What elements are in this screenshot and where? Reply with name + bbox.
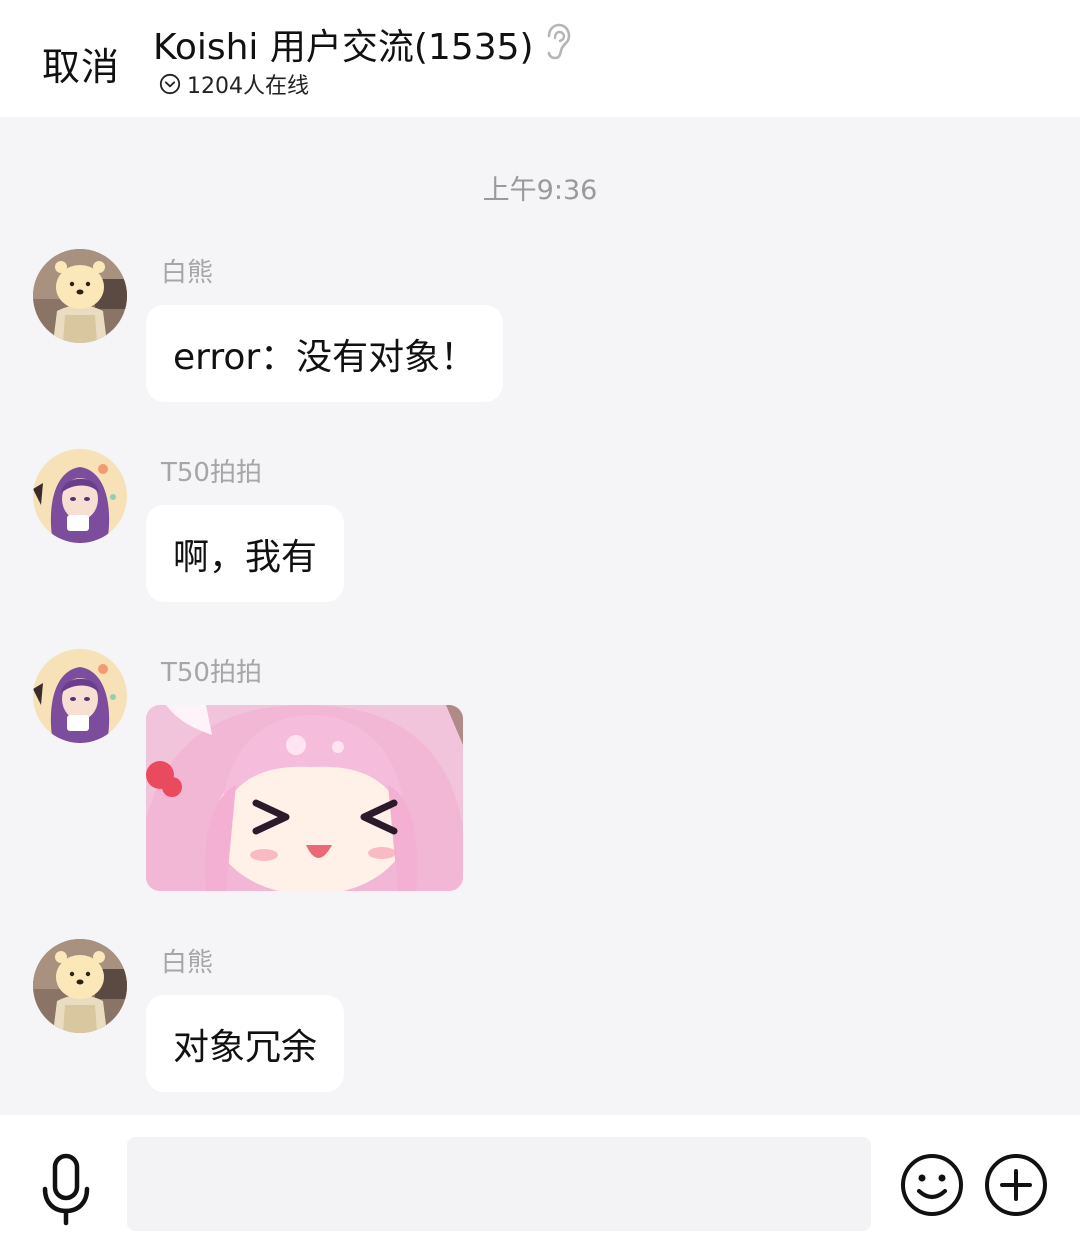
cancel-button[interactable]: 取消: [42, 36, 120, 91]
chevron-down-circle-icon: [159, 73, 181, 95]
message-bubble[interactable]: error：没有对象！: [146, 305, 504, 402]
microphone-icon[interactable]: [40, 1153, 92, 1235]
polar-bear-avatar[interactable]: [33, 939, 127, 1033]
sender-name[interactable]: 白熊: [161, 942, 213, 979]
message-bubble[interactable]: 对象冗余: [146, 995, 345, 1092]
message-input[interactable]: [127, 1137, 871, 1231]
purple-hair-girl-avatar[interactable]: [33, 649, 127, 743]
message-timestamp: 上午9:36: [482, 175, 598, 206]
sender-name[interactable]: 白熊: [161, 252, 213, 289]
purple-hair-girl-avatar[interactable]: [33, 449, 127, 543]
sender-name[interactable]: T50拍拍: [161, 652, 262, 689]
sender-name[interactable]: T50拍拍: [161, 452, 262, 489]
chat-header: 取消 Koishi 用户交流(1535) 1204人在线: [0, 0, 1080, 117]
composer-bar: [0, 1115, 1080, 1255]
pink-hair-anime-girl-sticker[interactable]: [146, 705, 463, 891]
online-status[interactable]: 1204人在线: [159, 70, 309, 99]
ear-icon[interactable]: [540, 22, 574, 62]
smiley-icon[interactable]: [900, 1153, 964, 1217]
message-bubble[interactable]: 啊，我有: [146, 505, 345, 602]
chat-screen: 取消 Koishi 用户交流(1535) 1204人在线 上午9:36 白熊 e…: [0, 0, 1080, 1255]
group-title[interactable]: Koishi 用户交流(1535): [153, 18, 534, 70]
polar-bear-avatar[interactable]: [33, 249, 127, 343]
online-count: 1204人在线: [187, 74, 309, 99]
plus-circle-icon[interactable]: [984, 1153, 1048, 1217]
